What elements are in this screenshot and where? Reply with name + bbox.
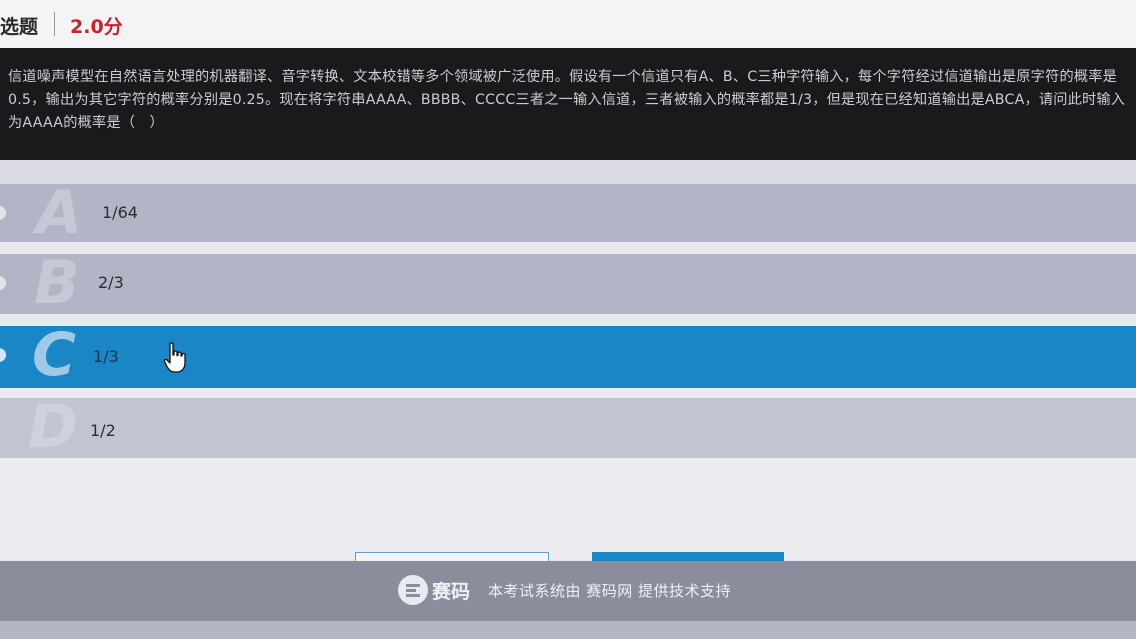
- radio-icon[interactable]: [0, 276, 6, 290]
- header-divider: [54, 12, 55, 36]
- option-c-text: 1/3: [93, 347, 119, 366]
- options-bottom-area: [0, 458, 1136, 560]
- option-a[interactable]: A 1/64: [0, 180, 1136, 246]
- option-separator: [0, 388, 1136, 398]
- question-header: 选题 2.0分: [0, 0, 1136, 48]
- saima-logo-icon: [398, 575, 428, 605]
- question-gap: [0, 160, 1136, 184]
- radio-icon[interactable]: [0, 348, 6, 362]
- option-letter-c: C: [32, 320, 77, 390]
- question-type-label: 选题: [0, 16, 39, 38]
- option-b[interactable]: B 2/3: [0, 250, 1136, 316]
- footer-support-text: 本考试系统由 赛码网 提供技术支持: [488, 582, 732, 600]
- option-b-text: 2/3: [98, 273, 124, 292]
- option-letter-b: B: [34, 248, 80, 318]
- question-panel: 信道噪声模型在自然语言处理的机器翻译、音字转换、文本校错等多个领域被广泛使用。假…: [0, 48, 1136, 160]
- option-d-text: 1/2: [90, 421, 116, 440]
- option-a-text: 1/64: [102, 203, 138, 222]
- radio-icon[interactable]: [0, 206, 6, 220]
- question-text: 信道噪声模型在自然语言处理的机器翻译、音字转换、文本校错等多个领域被广泛使用。假…: [8, 69, 1126, 131]
- footer-bar: 赛码 本考试系统由 赛码网 提供技术支持: [0, 561, 1136, 621]
- option-separator: [0, 242, 1136, 254]
- question-score: 2.0分: [70, 16, 123, 38]
- option-d[interactable]: D 1/2: [0, 394, 1136, 460]
- option-separator: [0, 314, 1136, 326]
- option-letter-d: D: [28, 392, 78, 462]
- option-letter-a: A: [36, 178, 83, 248]
- footer-brand: 赛码: [432, 581, 471, 603]
- hand-pointer-icon: [163, 342, 189, 378]
- footer-bottom-strip: [0, 621, 1136, 639]
